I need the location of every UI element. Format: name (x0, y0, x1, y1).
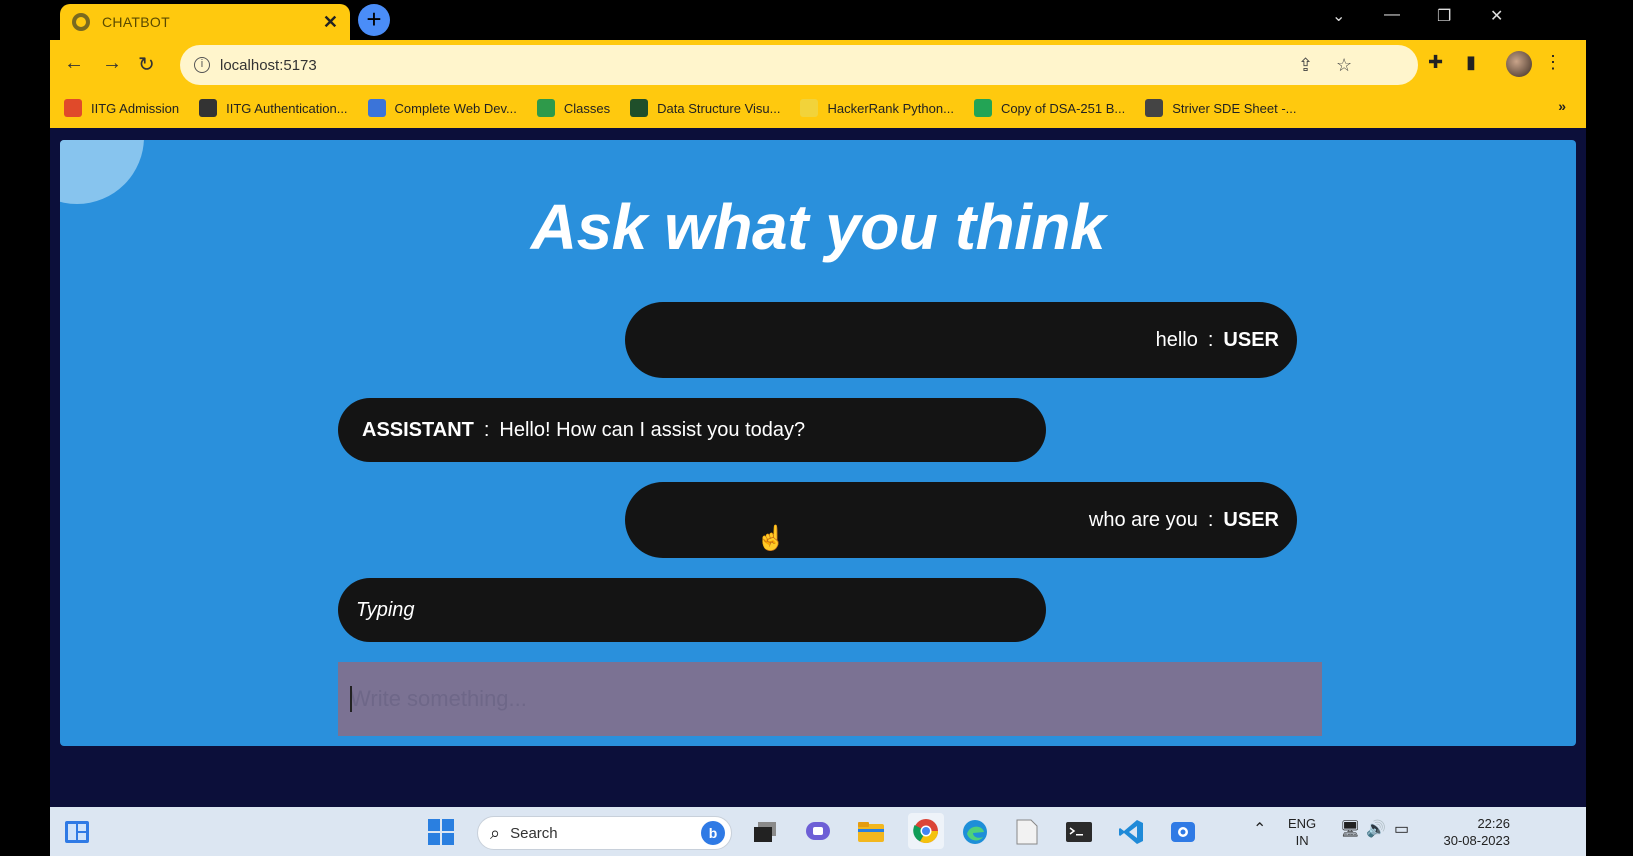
message-text: who are you (1088, 508, 1198, 531)
bookmark-favicon-icon (199, 99, 218, 117)
volume-icon[interactable]: 🔊 (1366, 819, 1386, 839)
message-separator: : (1207, 508, 1214, 531)
windows-taskbar: ⌕ Search b ⌃ ENG IN 🖥 🔊 ▭ 22:26 30-08-20… (50, 807, 1586, 856)
tab-favicon-icon (72, 13, 90, 31)
terminal-icon[interactable] (1064, 817, 1094, 847)
menu-kebab-icon[interactable]: ⋮ (1544, 52, 1562, 73)
taskbar-search-label: Search (510, 824, 558, 842)
bookmark-label: IITG Admission (91, 100, 180, 116)
minimize-icon[interactable]: — (1384, 6, 1400, 24)
bookmark-favicon-icon (1145, 99, 1164, 117)
system-clock[interactable]: 22:26 30-08-2023 (1430, 815, 1511, 849)
notepad-icon[interactable] (1012, 817, 1042, 847)
bookmarks-bar: IITG Admission IITG Authentication... Comp… (50, 88, 1586, 128)
side-panel-icon[interactable]: ▮ (1466, 52, 1476, 73)
tab-title: CHATBOT (102, 14, 170, 30)
chat-page: Ask what you think hello : USER ASSISTAN… (60, 140, 1576, 746)
bookmark-label: Classes (563, 100, 611, 116)
chevron-up-icon[interactable]: ⌃ (1253, 819, 1266, 839)
language-code: ENG (1288, 816, 1317, 831)
chat-message-typing: Typing (338, 578, 1046, 642)
chat-message-assistant: ASSISTANT : Hello! How can I assist you … (338, 398, 1046, 462)
reload-icon[interactable]: ↻ (138, 52, 155, 77)
browser-toolbar: ← → ↻ i localhost:5173 ⇪ ☆ ✚ ▮ ⋮ (50, 40, 1586, 88)
chat-message-user: who are you : USER (625, 482, 1297, 558)
search-icon: ⌕ (490, 822, 501, 843)
bookmark-item[interactable]: IITG Admission (64, 99, 179, 117)
bookmark-item[interactable]: Complete Web Dev... (367, 99, 517, 117)
battery-icon[interactable]: ▭ (1394, 819, 1409, 839)
bookmark-star-icon[interactable]: ☆ (1336, 55, 1352, 76)
bookmark-favicon-icon (973, 99, 992, 117)
bookmark-item[interactable]: Data Structure Visu... (630, 99, 780, 117)
bookmark-favicon-icon (800, 99, 819, 117)
bookmark-label: IITG Authentication... (226, 100, 348, 116)
address-url: localhost:5173 (220, 56, 317, 74)
new-tab-button[interactable]: + (358, 4, 390, 36)
chrome-icon[interactable] (908, 813, 944, 849)
site-info-icon[interactable]: i (194, 57, 210, 73)
forward-arrow-icon[interactable]: → (102, 52, 122, 75)
tab-search-dropdown-icon[interactable]: ⌄ (1332, 6, 1345, 26)
message-input[interactable] (350, 686, 1322, 712)
typing-indicator: Typing (356, 598, 415, 621)
desktop-screen: CHATBOT ✕ + ⌄ — ❐ ✕ ← → ↻ i localhost:51… (50, 0, 1586, 856)
browser-tab-chatbot[interactable]: CHATBOT ✕ (60, 4, 350, 40)
share-icon[interactable]: ⇪ (1298, 55, 1313, 76)
message-text: Hello! How can I assist you today? (499, 418, 806, 441)
tab-strip: CHATBOT ✕ + ⌄ — ❐ ✕ (50, 0, 1586, 40)
back-arrow-icon[interactable]: ← (64, 52, 84, 75)
snipping-tool-icon[interactable] (1168, 817, 1198, 847)
region-code: IN (1295, 833, 1309, 848)
bookmark-item[interactable]: IITG Authentication... (199, 99, 348, 117)
network-icon[interactable]: 🖥 (1340, 819, 1360, 839)
extensions-puzzle-icon[interactable]: ✚ (1428, 52, 1443, 73)
task-view-icon[interactable] (750, 817, 780, 847)
message-separator: : (1207, 328, 1214, 351)
page-title: Ask what you think (530, 191, 1106, 263)
profile-avatar[interactable] (1506, 51, 1532, 77)
window-close-icon[interactable]: ✕ (1490, 6, 1503, 26)
text-caret (350, 686, 352, 712)
message-composer[interactable] (338, 662, 1322, 736)
widgets-icon[interactable] (62, 817, 92, 847)
message-separator: : (483, 418, 490, 441)
bookmark-label: Copy of DSA-251 B... (1000, 100, 1126, 116)
chat-teams-icon[interactable] (803, 817, 833, 847)
message-role: USER (1223, 508, 1279, 531)
vscode-icon[interactable] (1116, 817, 1146, 847)
start-windows-icon[interactable] (426, 817, 456, 847)
message-role: ASSISTANT (362, 418, 474, 441)
bookmark-item[interactable]: Classes (536, 99, 611, 117)
bookmark-label: HackerRank Python... (827, 100, 954, 116)
bookmark-favicon-icon (64, 99, 82, 117)
clock-time: 22:26 (1477, 816, 1510, 831)
bookmark-item[interactable]: Copy of DSA-251 B... (973, 99, 1126, 117)
bookmark-label: Complete Web Dev... (394, 100, 517, 116)
clock-date: 30-08-2023 (1443, 833, 1511, 848)
message-text: hello (1155, 328, 1198, 351)
mouse-pointer-hand-icon: ☝ (756, 525, 786, 552)
bookmark-item[interactable]: Striver SDE Sheet -... (1145, 99, 1296, 117)
address-bar[interactable]: i localhost:5173 ⇪ ☆ (180, 45, 1418, 85)
bookmark-label: Striver SDE Sheet -... (1172, 100, 1297, 116)
bookmark-item[interactable]: HackerRank Python... (800, 99, 954, 117)
bookmark-favicon-icon (536, 99, 555, 117)
edge-icon[interactable] (960, 817, 990, 847)
bing-icon[interactable]: b (701, 821, 725, 845)
bookmark-favicon-icon (630, 99, 649, 117)
language-indicator[interactable]: ENG IN (1288, 815, 1316, 849)
chat-message-user: hello : USER (625, 302, 1297, 378)
taskbar-search[interactable]: ⌕ Search b (477, 816, 732, 850)
tab-close-icon[interactable]: ✕ (323, 12, 338, 33)
file-explorer-icon[interactable] (856, 817, 886, 847)
restore-icon[interactable]: ❐ (1437, 6, 1451, 26)
bookmarks-overflow-icon[interactable]: » (1558, 98, 1566, 114)
bookmark-favicon-icon (367, 99, 386, 117)
bookmark-label: Data Structure Visu... (657, 100, 781, 116)
message-role: USER (1223, 328, 1279, 351)
